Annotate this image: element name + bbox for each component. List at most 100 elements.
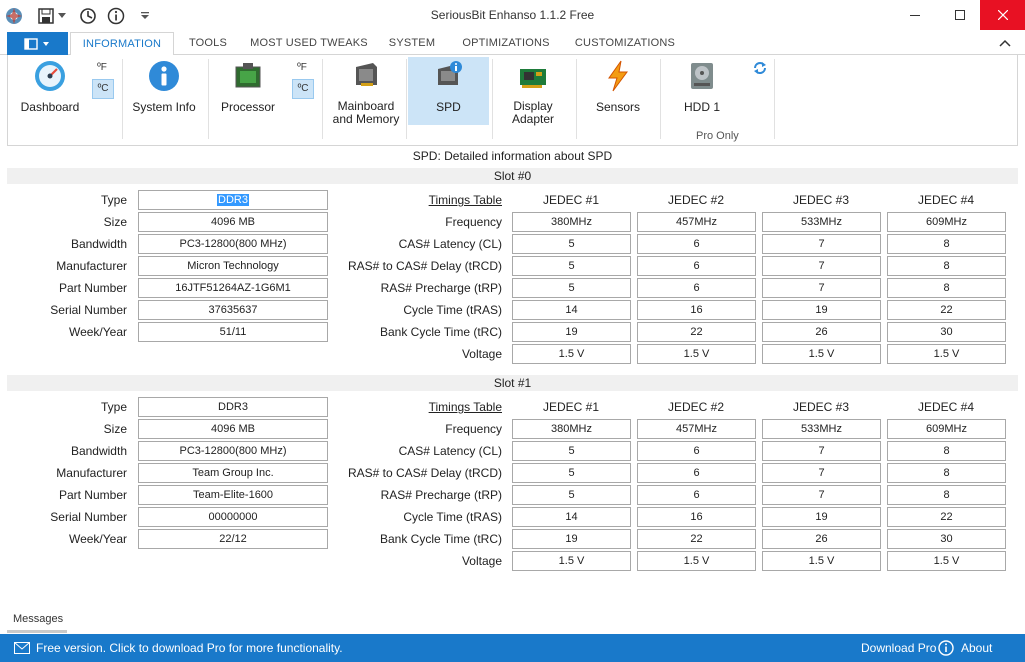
ribbon-tabs: INFORMATION TOOLS MOST USED TWEAKS SYSTE… [0, 32, 1025, 56]
info-field[interactable]: PC3-12800(800 MHz) [138, 234, 328, 254]
ribbon-label: HDD 1 [683, 100, 720, 114]
pro-only-label: Pro Only [696, 130, 739, 142]
timing-label: RAS# Precharge (tRP) [380, 281, 502, 295]
timings-table-link[interactable]: Timings Table [402, 193, 502, 207]
timing-label: RAS# Precharge (tRP) [380, 488, 502, 502]
info-field[interactable]: 00000000 [138, 507, 328, 527]
info-value: 22/12 [219, 533, 247, 545]
info-field[interactable]: DDR3 [138, 397, 328, 417]
about-link[interactable]: About [961, 641, 992, 655]
info-field[interactable]: 4096 MB [138, 212, 328, 232]
timing-value: 26 [762, 529, 881, 549]
info-field[interactable]: Micron Technology [138, 256, 328, 276]
info-field[interactable]: 22/12 [138, 529, 328, 549]
slot-header: Slot #1 [7, 375, 1018, 391]
info-value: DDR3 [217, 194, 249, 206]
ribbon-separator [406, 59, 407, 139]
app-menu-button[interactable] [7, 32, 68, 55]
info-label: Week/Year [68, 325, 127, 339]
timings-table-link[interactable]: Timings Table [402, 400, 502, 414]
jedec-header: JEDEC #4 [917, 400, 975, 414]
tab-tools[interactable]: TOOLS [180, 32, 236, 55]
timing-value: 457MHz [637, 419, 756, 439]
display-adapter-icon [520, 69, 546, 88]
messages-tab-indicator [7, 630, 67, 633]
timing-value: 380MHz [512, 419, 631, 439]
info-field[interactable]: 16JTF51264AZ-1G6M1 [138, 278, 328, 298]
spd-content: SPD: Detailed information about SPD Slot… [7, 146, 1018, 614]
info-field[interactable]: 4096 MB [138, 419, 328, 439]
timing-value: 6 [637, 234, 756, 254]
info-value: Team Group Inc. [192, 467, 274, 479]
ribbon-system-info-button[interactable]: System Info [126, 57, 202, 125]
ribbon-panel: Dashboard ºF ºC System Info Processor ºF… [7, 55, 1018, 146]
celsius-toggle[interactable]: ºC [92, 79, 114, 99]
dashboard-icon [35, 61, 65, 91]
info-field[interactable]: Team-Elite-1600 [138, 485, 328, 505]
info-field[interactable]: 51/11 [138, 322, 328, 342]
timing-label: Voltage [461, 554, 502, 568]
ribbon-processor-button[interactable]: Processor [212, 57, 284, 125]
info-label: Serial Number [50, 303, 127, 317]
ribbon-display-adapter-button[interactable]: Display Adapter [496, 57, 570, 126]
info-label: Size [103, 215, 127, 229]
info-field[interactable]: Team Group Inc. [138, 463, 328, 483]
jedec-header: JEDEC #1 [542, 193, 600, 207]
timing-label: Bank Cycle Time (tRC) [379, 532, 502, 546]
maximize-icon [954, 10, 965, 20]
ribbon-label: Sensors [595, 100, 641, 114]
tab-information[interactable]: INFORMATION [70, 32, 174, 56]
download-pro-link[interactable]: Download Pro [861, 641, 936, 655]
info-label: Week/Year [68, 532, 127, 546]
timing-value: 14 [512, 300, 631, 320]
tab-customizations[interactable]: CUSTOMIZATIONS [570, 32, 680, 55]
timing-value: 8 [887, 463, 1006, 483]
about-icon[interactable] [938, 640, 954, 659]
timing-value: 26 [762, 322, 881, 342]
timing-value: 22 [637, 322, 756, 342]
timing-label: Cycle Time (tRAS) [403, 510, 502, 524]
timing-value: 8 [887, 441, 1006, 461]
fahrenheit-toggle[interactable]: ºF [91, 61, 113, 75]
ribbon-separator [492, 59, 493, 139]
info-label: Type [100, 193, 127, 207]
ribbon-separator [660, 59, 661, 139]
timing-value: 7 [762, 463, 881, 483]
info-value: PC3-12800(800 MHz) [179, 445, 287, 457]
tab-most-used-tweaks[interactable]: MOST USED TWEAKS [248, 32, 370, 55]
timing-value: 7 [762, 256, 881, 276]
timing-value: 1.5 V [887, 344, 1006, 364]
info-value: 00000000 [208, 511, 258, 523]
timing-value: 22 [887, 507, 1006, 527]
refresh-icon[interactable] [751, 59, 769, 77]
timing-value: 1.5 V [637, 344, 756, 364]
ribbon-sensors-button[interactable]: Sensors [580, 57, 656, 125]
collapse-ribbon-icon[interactable] [999, 36, 1011, 50]
info-field[interactable]: 37635637 [138, 300, 328, 320]
timing-label: CAS# Latency (CL) [398, 237, 502, 251]
fahrenheit-toggle[interactable]: ºF [291, 61, 313, 75]
ribbon-hdd-button[interactable]: HDD 1 [664, 57, 740, 125]
timing-label: CAS# Latency (CL) [398, 444, 502, 458]
ribbon-spd-button[interactable]: SPD [408, 57, 489, 125]
maximize-button[interactable] [937, 0, 982, 30]
close-button[interactable] [980, 0, 1025, 30]
ribbon-separator [322, 59, 323, 139]
timing-value: 7 [762, 234, 881, 254]
info-field[interactable]: DDR3 [138, 190, 328, 210]
ribbon-mainboard-button[interactable]: Mainboard and Memory [326, 57, 406, 126]
minimize-button[interactable] [892, 0, 937, 30]
tab-system[interactable]: SYSTEM [382, 32, 442, 55]
ribbon-separator [208, 59, 209, 139]
celsius-toggle[interactable]: ºC [292, 79, 314, 99]
tab-optimizations[interactable]: OPTIMIZATIONS [456, 32, 556, 55]
timing-value: 30 [887, 322, 1006, 342]
ribbon-dashboard-button[interactable]: Dashboard [14, 57, 86, 125]
timing-value: 8 [887, 485, 1006, 505]
timing-value: 19 [512, 529, 631, 549]
info-field[interactable]: PC3-12800(800 MHz) [138, 441, 328, 461]
timing-label: RAS# to CAS# Delay (tRCD) [347, 259, 502, 273]
free-version-message[interactable]: Free version. Click to download Pro for … [36, 641, 343, 655]
timing-value: 609MHz [887, 419, 1006, 439]
title-bar: SeriousBit Enhanso 1.1.2 Free [0, 0, 1025, 32]
